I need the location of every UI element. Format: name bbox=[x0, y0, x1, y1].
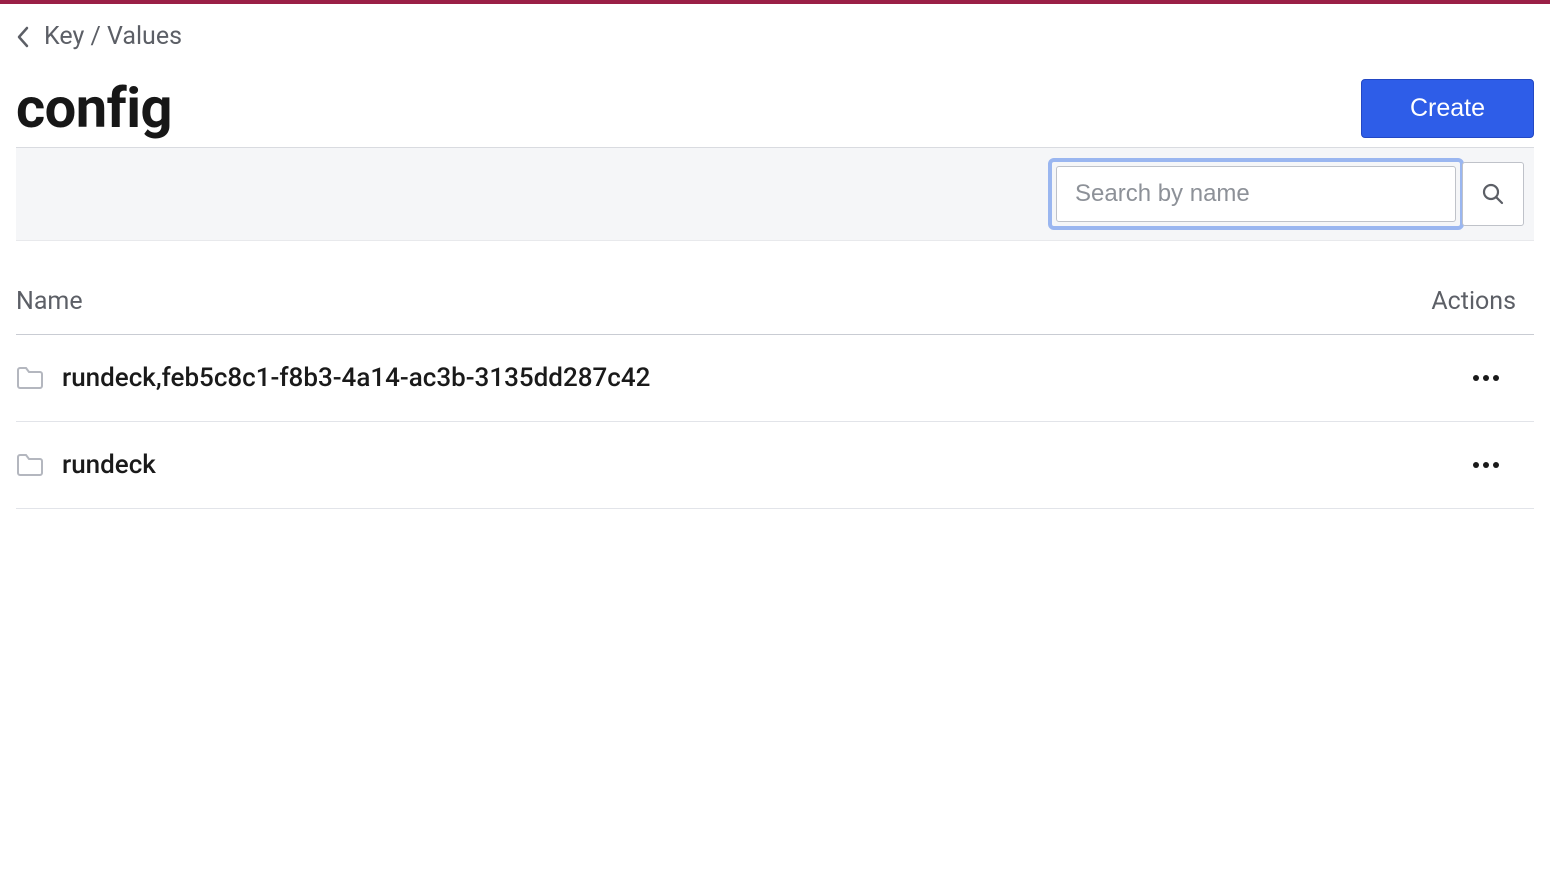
breadcrumb-label[interactable]: Key / Values bbox=[44, 22, 182, 51]
row-actions-button[interactable] bbox=[1462, 368, 1510, 388]
row-left: rundeck,feb5c8c1-f8b3-4a14-ac3b-3135dd28… bbox=[16, 363, 650, 393]
more-icon bbox=[1472, 461, 1500, 469]
row-name: rundeck,feb5c8c1-f8b3-4a14-ac3b-3135dd28… bbox=[62, 363, 650, 393]
folder-icon bbox=[16, 366, 44, 390]
search-input[interactable] bbox=[1056, 166, 1456, 222]
folder-icon bbox=[16, 453, 44, 477]
table-row[interactable]: rundeck,feb5c8c1-f8b3-4a14-ac3b-3135dd28… bbox=[16, 335, 1534, 422]
items-table: Name Actions rundeck,feb5c8c1-f8b3-4a14-… bbox=[16, 277, 1534, 509]
table-header: Name Actions bbox=[16, 277, 1534, 335]
search-bar bbox=[16, 147, 1534, 241]
search-focus-ring bbox=[1048, 158, 1464, 230]
row-name: rundeck bbox=[62, 450, 156, 480]
column-name: Name bbox=[16, 287, 83, 316]
column-actions: Actions bbox=[1431, 287, 1534, 316]
page-header: config Create bbox=[16, 75, 1534, 141]
search-icon bbox=[1480, 181, 1506, 207]
row-left: rundeck bbox=[16, 450, 156, 480]
breadcrumb-back-icon[interactable] bbox=[16, 26, 30, 48]
page-title: config bbox=[16, 75, 172, 141]
breadcrumb: Key / Values bbox=[16, 22, 1534, 51]
table-row[interactable]: rundeck bbox=[16, 422, 1534, 509]
main-container: Key / Values config Create Name Actions bbox=[0, 4, 1550, 509]
more-icon bbox=[1472, 374, 1500, 382]
create-button[interactable]: Create bbox=[1361, 79, 1534, 138]
row-actions-button[interactable] bbox=[1462, 455, 1510, 475]
search-button[interactable] bbox=[1462, 162, 1524, 226]
